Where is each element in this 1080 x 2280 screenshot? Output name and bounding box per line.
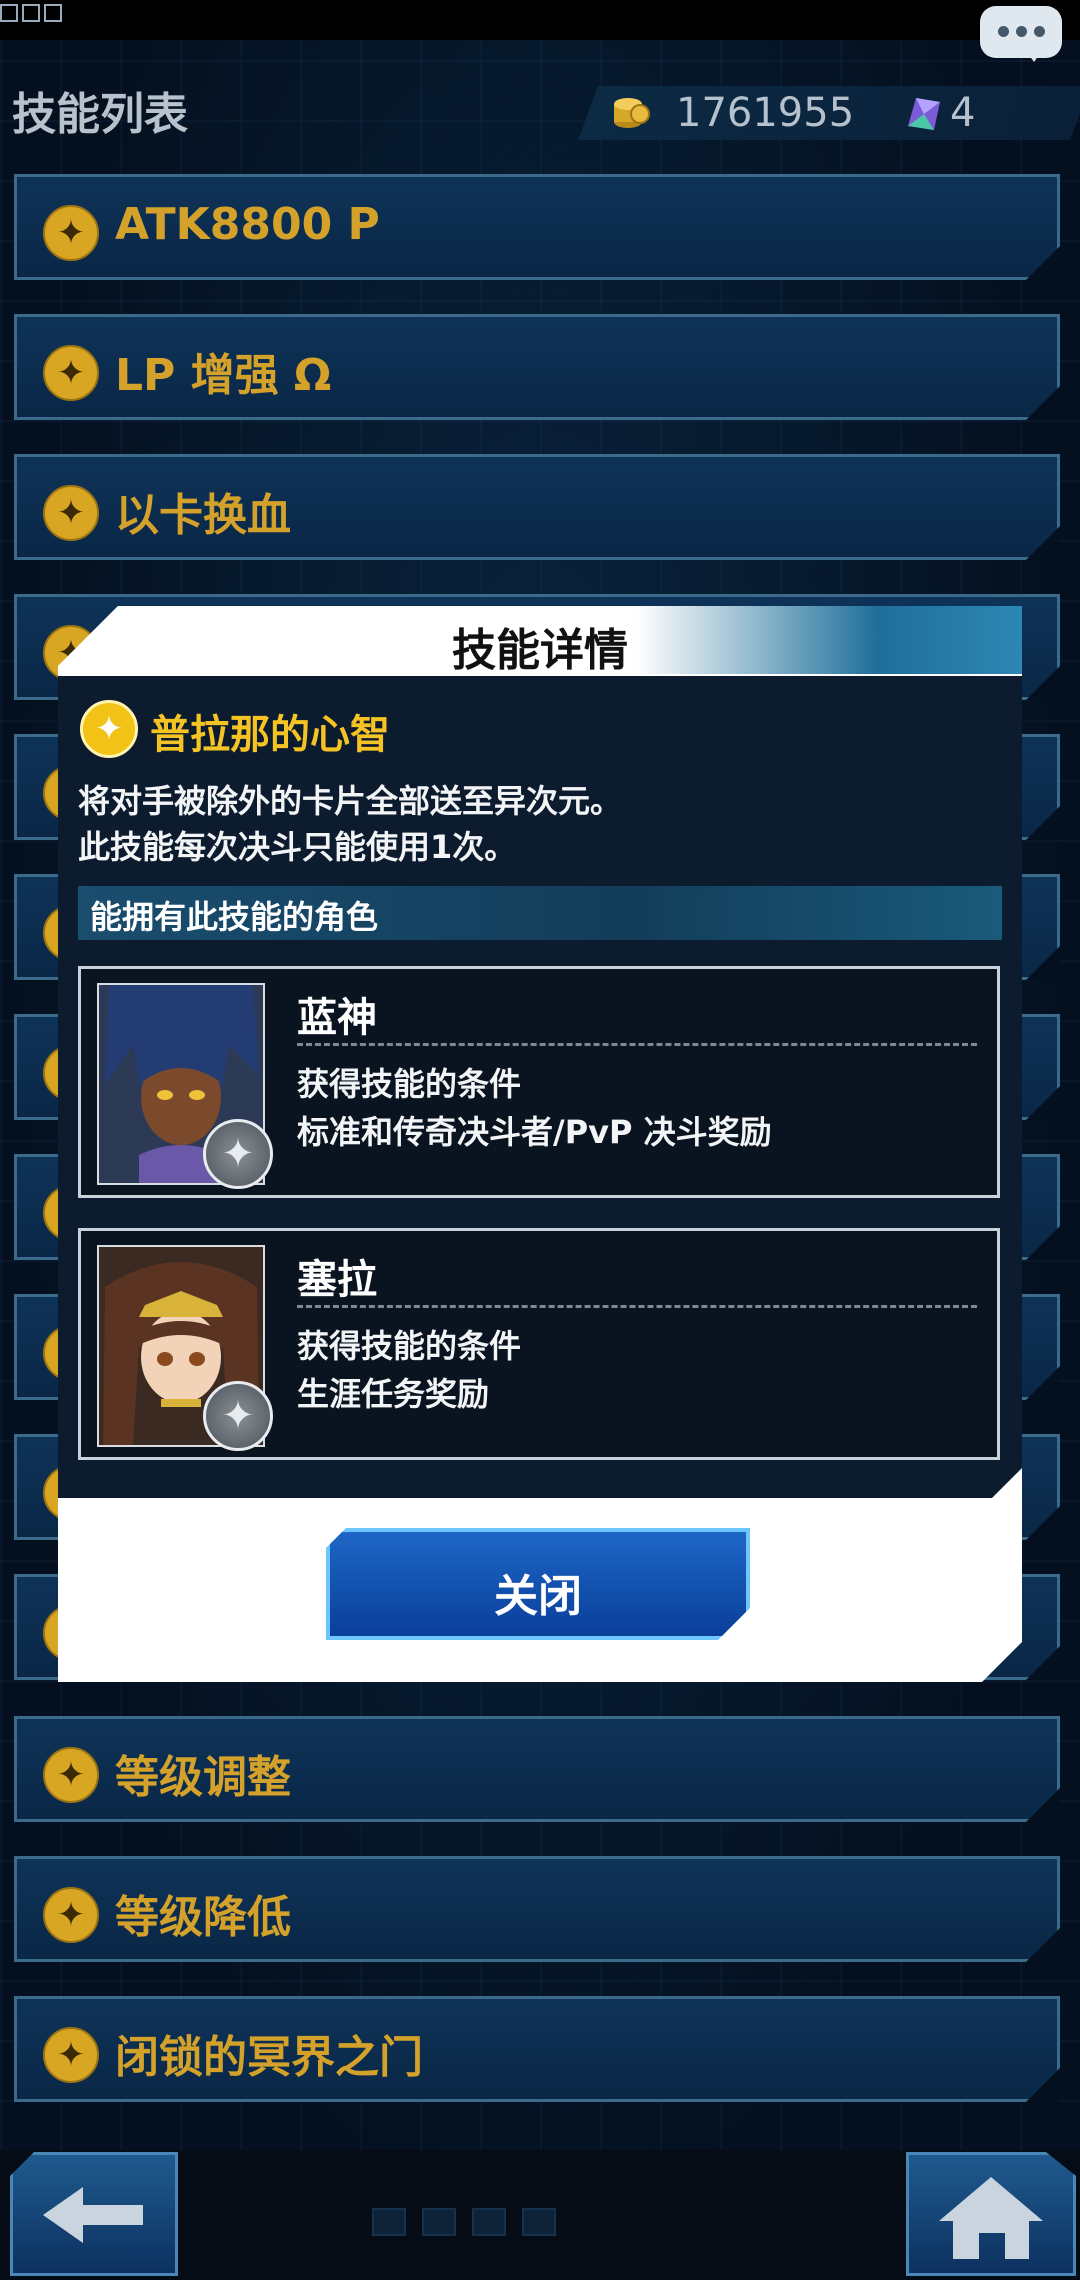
skill-list-item[interactable]: 等级调整 [14,1716,1060,1822]
gem-count: 4 [950,90,976,136]
condition-label: 获得技能的条件 [297,1065,522,1103]
skill-list-item[interactable]: 以卡换血 [14,454,1060,560]
skill-rarity-badge-icon [203,1119,273,1189]
skill-rarity-badge-icon [203,1381,273,1451]
skill-desc-line: 将对手被除外的卡片全部送至异次元。 [78,782,623,820]
chat-icon[interactable] [980,6,1062,62]
character-card[interactable]: 塞拉 获得技能的条件 生涯任务奖励 [78,1228,1000,1460]
status-strip [0,0,1080,40]
skill-list-item[interactable]: ATK8800 P [14,174,1060,280]
home-button[interactable] [906,2152,1076,2276]
coin-stack-icon [614,98,650,128]
character-name: 蓝神 [297,995,377,1041]
star-icon [43,205,99,261]
skill-description: 将对手被除外的卡片全部送至异次元。 此技能每次决斗只能使用1次。 [78,778,622,870]
close-button-label: 关闭 [494,1571,582,1622]
character-name: 塞拉 [297,1257,377,1303]
coin-count: 1761955 [676,90,855,136]
skill-label: LP 增强 Ω [115,350,332,401]
skill-detail-dialog: 技能详情 普拉那的心智 将对手被除外的卡片全部送至异次元。 此技能每次决斗只能使… [58,606,1022,1682]
condition-value: 标准和传奇决斗者/PvP 决斗奖励 [297,1113,772,1151]
dialog-title: 技能详情 [452,625,628,676]
gem-icon [908,98,940,130]
divider [297,1043,977,1046]
skill-label: ATK8800 P [115,199,380,250]
status-indicators [0,4,62,22]
page-title: 技能列表 [12,89,188,140]
dialog-body: 普拉那的心智 将对手被除外的卡片全部送至异次元。 此技能每次决斗只能使用1次。 … [58,676,1022,1498]
star-icon [43,1747,99,1803]
condition-value: 生涯任务奖励 [297,1375,490,1413]
star-icon [80,700,138,758]
skill-label: 等级降低 [115,1892,291,1943]
dialog-header: 技能详情 [58,606,1022,676]
condition-label: 获得技能的条件 [297,1327,522,1365]
close-button[interactable]: 关闭 [326,1528,750,1640]
section-header: 能拥有此技能的角色 [78,886,1002,940]
skill-name: 普拉那的心智 [150,712,390,758]
star-icon [43,345,99,401]
skill-list-item[interactable]: 等级降低 [14,1856,1060,1962]
back-button[interactable] [10,2152,178,2276]
star-icon [43,1887,99,1943]
skill-list-item[interactable]: 闭锁的冥界之门 [14,1996,1060,2102]
divider [297,1305,977,1308]
arrow-left-icon [43,2187,143,2243]
page-indicator [372,2208,556,2236]
home-icon [939,2177,1043,2259]
header: 技能列表 1761955 4 [0,68,1080,140]
star-icon [43,485,99,541]
skill-list-item[interactable]: LP 增强 Ω [14,314,1060,420]
star-icon [43,2027,99,2083]
skill-label: 以卡换血 [115,490,291,541]
section-label: 能拥有此技能的角色 [90,898,379,936]
character-card[interactable]: 蓝神 获得技能的条件 标准和传奇决斗者/PvP 决斗奖励 [78,966,1000,1198]
skill-label: 闭锁的冥界之门 [115,2032,423,2083]
skill-desc-line: 此技能每次决斗只能使用1次。 [78,828,517,866]
skill-label: 等级调整 [115,1752,291,1803]
